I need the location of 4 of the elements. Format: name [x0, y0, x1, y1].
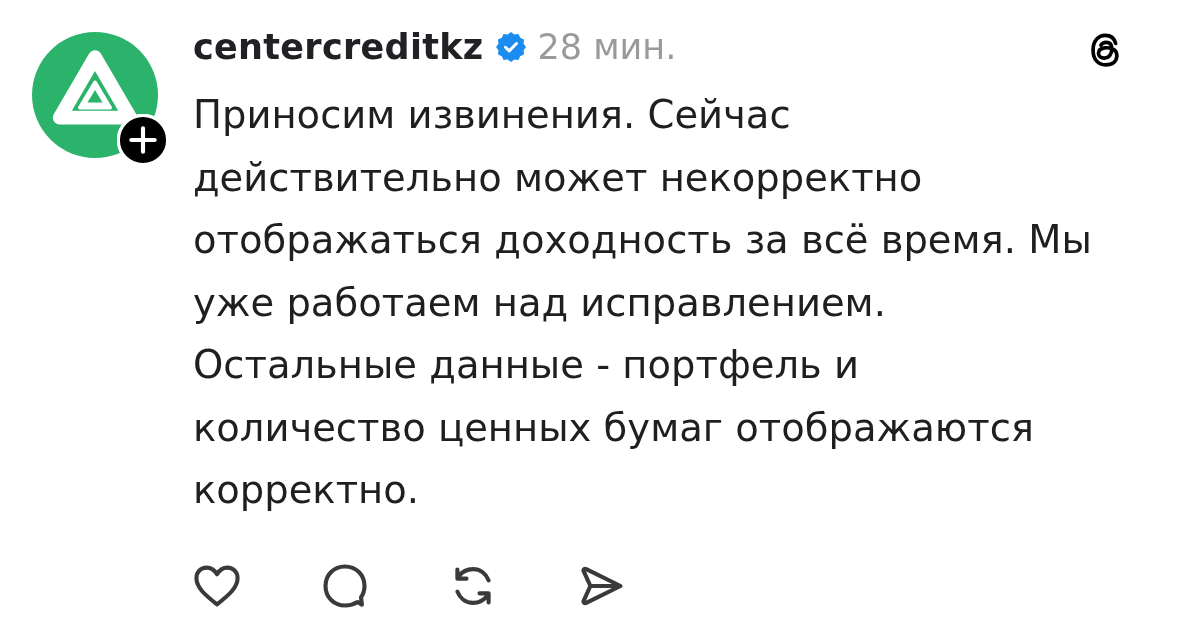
post-time: 28 мин. — [537, 27, 677, 67]
post-text: Приносим извинения. Сейчас действительно может некорректно отображаться доходность за всё время. Мы уже работаем над исправлением. Остальные данные - портфель и количество ценных бумаг отображаются корректно. — [193, 91, 1093, 514]
username[interactable]: centercreditkz — [193, 27, 484, 67]
plus-icon[interactable] — [117, 114, 169, 166]
